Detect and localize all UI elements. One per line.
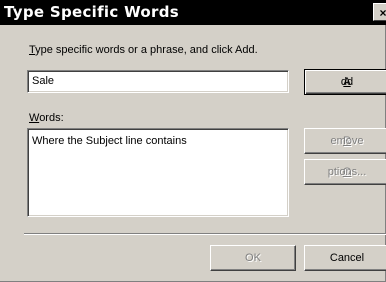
ok-button[interactable]: OK: [210, 245, 296, 271]
words-label: Words:: [29, 112, 64, 124]
instruction-label: Type specific words or a phrase, and cli…: [29, 44, 258, 56]
title-bar[interactable]: Type Specific Words ×: [0, 0, 386, 25]
words-list[interactable]: Where the Subject line contains: [27, 128, 289, 217]
close-icon[interactable]: ×: [373, 3, 386, 21]
dialog-title: Type Specific Words: [4, 3, 179, 21]
cancel-button[interactable]: Cancel: [304, 245, 386, 271]
phrase-input[interactable]: Sale: [27, 70, 289, 93]
remove-button[interactable]: Remove: [304, 128, 386, 154]
options-button[interactable]: Options...: [304, 159, 386, 185]
list-item[interactable]: Where the Subject line contains: [32, 135, 187, 147]
phrase-input-value: Sale: [32, 75, 55, 87]
type-specific-words-dialog: Type Specific Words × Type specific word…: [0, 0, 386, 282]
add-button[interactable]: Add: [304, 69, 386, 95]
separator: [24, 233, 386, 235]
